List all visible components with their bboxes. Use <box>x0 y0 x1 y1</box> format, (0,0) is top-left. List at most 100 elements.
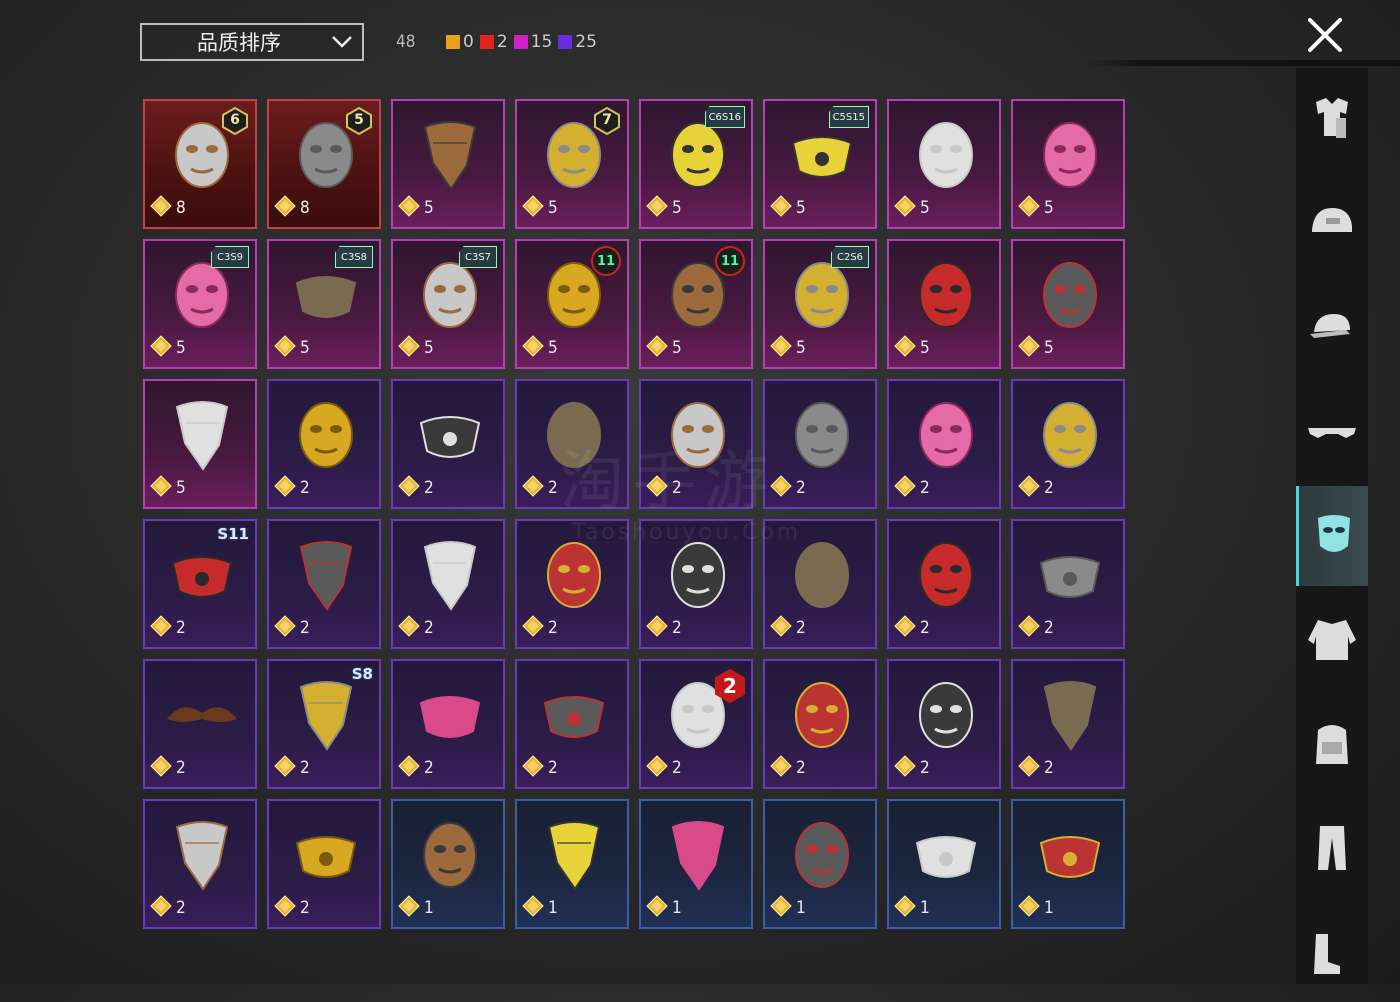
item-quantity: 2 <box>522 615 558 641</box>
grey-face-mask-icon <box>1031 533 1109 615</box>
inventory-item[interactable]: 1 <box>1011 799 1125 929</box>
sidebar-tab-backpack[interactable] <box>1296 694 1368 794</box>
inventory-item[interactable]: 2 <box>267 799 381 929</box>
hockey-skull-mask-icon <box>411 813 489 895</box>
inventory-item[interactable]: 5 <box>1011 239 1125 369</box>
item-quantity-value: 5 <box>1044 338 1054 358</box>
inventory-item[interactable]: 2 <box>1011 519 1125 649</box>
inventory-item[interactable]: 2 <box>391 519 505 649</box>
inventory-item[interactable]: 11 5 <box>639 239 753 369</box>
level-badge: 5 <box>346 106 372 136</box>
item-quantity: 5 <box>894 335 930 361</box>
inventory-item[interactable]: C5S15 5 <box>763 99 877 229</box>
inventory-item[interactable]: 2 <box>515 659 629 789</box>
inventory-item[interactable]: 5 <box>1011 99 1125 229</box>
x-face-mask-icon <box>535 673 613 755</box>
inventory-item[interactable]: 2 <box>887 519 1001 649</box>
chevron-down-icon <box>322 24 362 60</box>
inventory-item[interactable]: 58 <box>267 99 381 229</box>
dark-skull-mask-icon <box>783 673 861 755</box>
inventory-item[interactable]: C2S6 5 <box>763 239 877 369</box>
cap-icon <box>1310 314 1350 338</box>
inventory-item[interactable]: 2 <box>143 799 257 929</box>
inventory-item[interactable]: 68 <box>143 99 257 229</box>
gem-icon <box>398 475 420 501</box>
sidebar-tab-shoes[interactable] <box>1296 902 1368 1002</box>
inventory-item[interactable]: 2 <box>763 659 877 789</box>
sort-dropdown-label: 品质排序 <box>197 31 281 55</box>
inventory-item[interactable]: C3S9 5 <box>143 239 257 369</box>
inventory-item[interactable]: S8 2 <box>267 659 381 789</box>
sort-dropdown[interactable]: 品质排序 <box>140 23 364 61</box>
item-quantity: 8 <box>274 195 310 221</box>
inventory-item[interactable]: 2 <box>391 379 505 509</box>
rarity-count: 0 <box>446 32 474 52</box>
sidebar-tab-pants[interactable] <box>1296 798 1368 898</box>
item-quantity-value: 2 <box>424 758 434 778</box>
inventory-item[interactable]: 11 5 <box>515 239 629 369</box>
gem-icon <box>894 195 916 221</box>
inventory-item[interactable]: S11 2 <box>143 519 257 649</box>
plaid-bandana-icon <box>411 533 489 615</box>
inventory-item[interactable]: 2 <box>763 379 877 509</box>
sidebar-tab-mask[interactable] <box>1296 486 1368 586</box>
sidebar-tab-jacket[interactable] <box>1296 590 1368 690</box>
inventory-item[interactable]: 2 <box>143 659 257 789</box>
inventory-item[interactable]: 2 <box>391 659 505 789</box>
inventory-item[interactable]: 1 <box>639 799 753 929</box>
item-quantity-value: 5 <box>176 338 186 358</box>
season-badge: C3S7 <box>459 246 497 268</box>
inventory-item[interactable]: 2 <box>1011 659 1125 789</box>
sidebar-tab-glasses[interactable] <box>1296 382 1368 482</box>
item-quantity: 1 <box>894 895 930 921</box>
sidebar-tab-outfit[interactable] <box>1296 70 1368 170</box>
inventory-item[interactable]: C3S7 5 <box>391 239 505 369</box>
item-quantity-value: 2 <box>548 618 558 638</box>
item-quantity-value: 5 <box>1044 198 1054 218</box>
inventory-item[interactable]: C3S8 5 <box>267 239 381 369</box>
sidebar-tab-helmet[interactable] <box>1296 174 1368 274</box>
glasses-icon <box>1308 428 1356 438</box>
level-badge-text: 6 <box>230 112 240 128</box>
gem-icon <box>274 895 296 921</box>
item-quantity-value: 2 <box>1044 618 1054 638</box>
inventory-item[interactable]: 2 <box>763 519 877 649</box>
inventory-item[interactable]: 1 <box>391 799 505 929</box>
web-bandana-icon <box>659 813 737 895</box>
inventory-item[interactable]: 5 <box>143 379 257 509</box>
close-button[interactable] <box>1305 15 1345 55</box>
item-quantity-value: 2 <box>672 478 682 498</box>
inventory-item[interactable]: 5 <box>887 239 1001 369</box>
season-badge: S8 <box>351 665 373 683</box>
knight-mask-icon <box>535 393 613 475</box>
inventory-item[interactable]: 22 <box>639 659 753 789</box>
inventory-item[interactable]: 2 <box>267 519 381 649</box>
item-quantity: 2 <box>274 475 310 501</box>
gem-icon <box>1018 895 1040 921</box>
inventory-item[interactable]: 2 <box>267 379 381 509</box>
sidebar-tab-cap[interactable] <box>1296 278 1368 378</box>
item-quantity: 5 <box>274 335 310 361</box>
inventory-item[interactable]: 5 <box>887 99 1001 229</box>
inventory-item[interactable]: 2 <box>515 379 629 509</box>
gem-icon <box>150 335 172 361</box>
inventory-item[interactable]: 1 <box>515 799 629 929</box>
cyber-eye-mask-icon <box>659 393 737 475</box>
item-quantity-value: 2 <box>424 618 434 638</box>
item-quantity: 1 <box>522 895 558 921</box>
item-quantity: 2 <box>1018 475 1054 501</box>
level-badge: 11 <box>715 246 745 276</box>
inventory-item[interactable]: 2 <box>1011 379 1125 509</box>
inventory-item[interactable]: 1 <box>887 799 1001 929</box>
item-quantity-value: 2 <box>300 618 310 638</box>
inventory-item[interactable]: 2 <box>887 379 1001 509</box>
item-quantity: 8 <box>150 195 186 221</box>
inventory-item[interactable]: 2 <box>887 659 1001 789</box>
inventory-item[interactable]: 1 <box>763 799 877 929</box>
inventory-item[interactable]: C6S16 5 <box>639 99 753 229</box>
inventory-item[interactable]: 5 <box>391 99 505 229</box>
inventory-item[interactable]: 2 <box>639 379 753 509</box>
inventory-item[interactable]: 75 <box>515 99 629 229</box>
inventory-item[interactable]: 2 <box>515 519 629 649</box>
inventory-item[interactable]: 2 <box>639 519 753 649</box>
